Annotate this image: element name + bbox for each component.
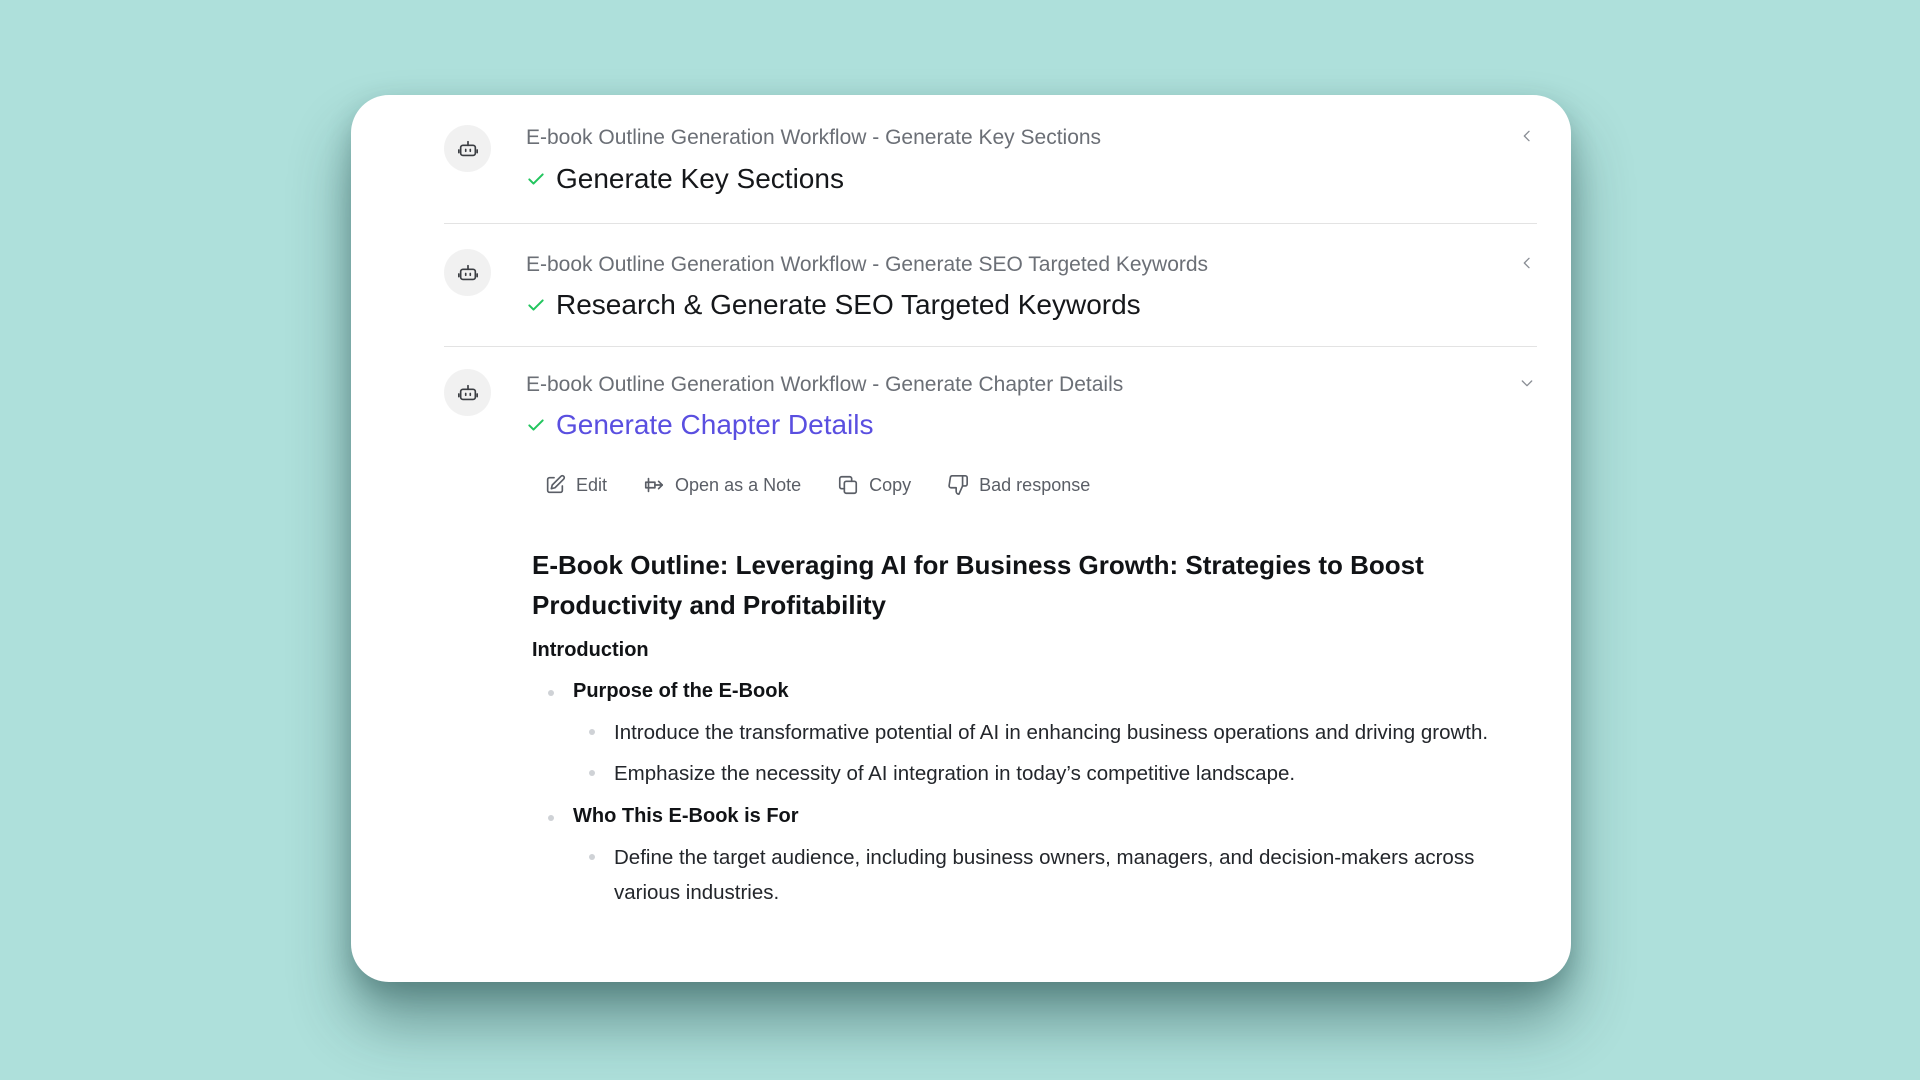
workflow-step-key-sections[interactable]: E-book Outline Generation Workflow - Gen… (444, 95, 1537, 224)
open-as-note-label: Open as a Note (675, 474, 802, 495)
copy-button[interactable]: Copy (837, 474, 911, 496)
thumbs-down-icon (948, 475, 969, 495)
workflow-card: E-book Outline Generation Workflow - Gen… (351, 95, 1571, 982)
section-heading: Introduction (532, 639, 649, 661)
list-item: Who This E-Book is For Define the target… (532, 805, 1542, 910)
edit-label: Edit (576, 474, 608, 495)
robot-icon (444, 249, 491, 296)
step-subtitle: E-book Outline Generation Workflow - Gen… (526, 126, 1102, 149)
chevron-left-icon[interactable] (1517, 126, 1537, 146)
step-subtitle: E-book Outline Generation Workflow - Gen… (526, 373, 1124, 396)
step-title-row: Research & Generate SEO Targeted Keyword… (526, 289, 1141, 321)
edit-button[interactable]: Edit (544, 474, 607, 496)
ebook-outline-title: E-Book Outline: Leveraging AI for Busine… (532, 550, 1424, 620)
workflow-step-seo-keywords[interactable]: E-book Outline Generation Workflow - Gen… (444, 223, 1537, 347)
response-actions: Edit Open as a Note Copy Bad response (544, 474, 1090, 496)
open-as-note-button[interactable]: Open as a Note (643, 474, 801, 496)
list-item: Purpose of the E-Book Introduce the tran… (532, 680, 1542, 791)
chevron-left-icon[interactable] (1517, 253, 1537, 273)
bad-response-button[interactable]: Bad response (947, 474, 1090, 496)
step-title: Research & Generate SEO Targeted Keyword… (556, 289, 1141, 320)
check-icon (526, 169, 546, 189)
step-title-row: Generate Chapter Details (526, 409, 874, 441)
response-content: E-Book Outline: Leveraging AI for Busine… (532, 545, 1542, 924)
outline-list: Purpose of the E-Book Introduce the tran… (532, 680, 1542, 910)
note-icon (644, 477, 664, 493)
check-icon (526, 295, 546, 315)
step-title-row: Generate Key Sections (526, 163, 844, 195)
check-icon (526, 415, 546, 435)
edit-icon (546, 474, 566, 494)
copy-label: Copy (869, 474, 912, 495)
step-title: Generate Key Sections (556, 163, 844, 194)
step-subtitle: E-book Outline Generation Workflow - Gen… (526, 253, 1209, 276)
sub-list-item: Define the target audience, including bu… (573, 840, 1542, 910)
robot-icon (444, 125, 491, 172)
copy-icon (839, 475, 858, 495)
sub-list-item: Emphasize the necessity of AI integratio… (573, 756, 1542, 791)
sub-list-item: Introduce the transformative potential o… (573, 715, 1542, 750)
workflow-step-chapter-details[interactable]: E-book Outline Generation Workflow - Gen… (444, 346, 1537, 982)
sub-list: Introduce the transformative potential o… (573, 715, 1542, 791)
list-item-heading: Purpose of the E-Book (573, 680, 789, 702)
step-title[interactable]: Generate Chapter Details (556, 409, 874, 441)
bad-response-label: Bad response (979, 474, 1091, 495)
list-item-heading: Who This E-Book is For (573, 805, 799, 827)
robot-icon (444, 369, 491, 416)
chevron-down-icon[interactable] (1517, 373, 1537, 393)
sub-list: Define the target audience, including bu… (573, 840, 1542, 910)
